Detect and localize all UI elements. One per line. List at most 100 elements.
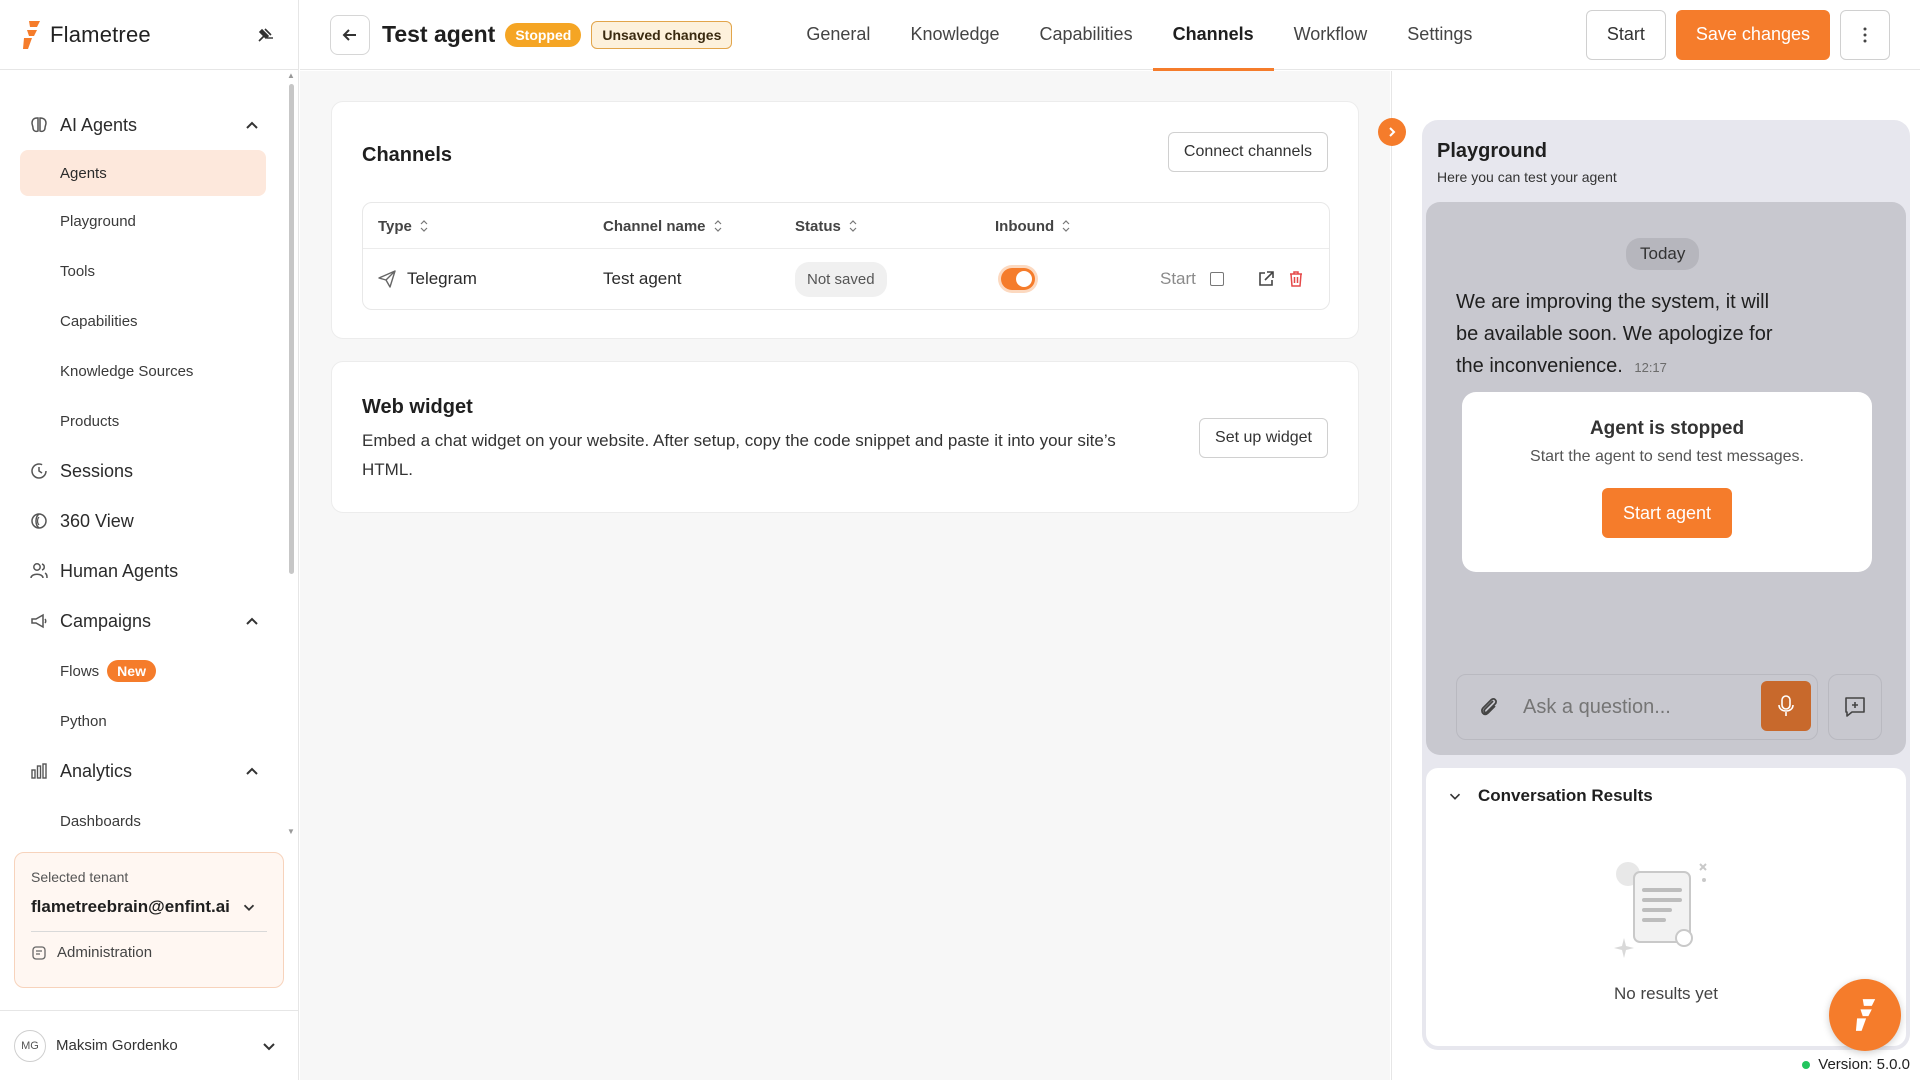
table-header: Type Channel name Status Inbound	[363, 203, 1329, 249]
chat-input-box	[1456, 674, 1818, 740]
chat-area: Today We are improving the system, it wi…	[1426, 202, 1906, 755]
flametree-logo-icon	[23, 20, 40, 49]
sidebar-item-knowledge-sources[interactable]: Knowledge Sources	[20, 346, 266, 396]
sidebar-item-playground[interactable]: Playground	[20, 196, 266, 246]
playground-card: Playground Here you can test your agent …	[1422, 120, 1910, 1050]
web-widget-card: Web widget Embed a chat widget on your w…	[331, 361, 1359, 513]
channel-start-checkbox[interactable]	[1209, 272, 1224, 286]
tab-capabilities[interactable]: Capabilities	[1020, 0, 1153, 70]
sort-icon	[714, 220, 721, 232]
back-button[interactable]	[330, 14, 370, 55]
new-conversation-button[interactable]	[1828, 674, 1882, 740]
save-changes-button[interactable]: Save changes	[1675, 9, 1830, 60]
brand-name: Flametree	[50, 21, 151, 47]
column-header-channel-name[interactable]: Channel name	[603, 203, 722, 249]
start-agent-button[interactable]: Start agent	[1602, 488, 1732, 538]
sidebar-item-python[interactable]: Python	[20, 696, 266, 746]
sort-icon	[1062, 220, 1070, 232]
user-menu[interactable]: MG Maksim Gordenko	[0, 1010, 299, 1080]
tenant-dropdown[interactable]: flametreebrain@enfint.ai	[31, 897, 267, 917]
sidebar-scrollbar[interactable]: ▲ ▼	[287, 72, 295, 836]
sidebar-item-capabilities[interactable]: Capabilities	[20, 296, 266, 346]
megaphone-icon	[28, 610, 50, 632]
open-external-button[interactable]	[1255, 268, 1277, 290]
set-up-widget-button[interactable]: Set up widget	[1199, 418, 1328, 458]
page-title: Test agent	[382, 21, 496, 47]
sidebar-section-label: Analytics	[60, 760, 133, 781]
tab-channels[interactable]: Channels	[1152, 0, 1274, 71]
microphone-button[interactable]	[1761, 681, 1811, 731]
channel-type-cell: Telegram	[377, 249, 477, 309]
brand-header: Flametree	[0, 0, 298, 70]
playground-subtitle: Here you can test your agent	[1437, 169, 1617, 185]
chevron-up-icon	[246, 121, 258, 129]
sidebar-item-products[interactable]: Products	[20, 396, 266, 446]
tab-knowledge[interactable]: Knowledge	[890, 0, 1019, 70]
channels-card: Channels Connect channels Type Channel n…	[331, 101, 1359, 339]
column-header-type[interactable]: Type	[378, 203, 428, 249]
more-vertical-icon	[1863, 27, 1867, 42]
version-label: Version: 5.0.0	[1818, 1056, 1910, 1073]
sidebar-item-dashboards[interactable]: Dashboards	[20, 796, 266, 846]
message-time: 12:17	[1634, 360, 1667, 375]
sidebar-section-human-agents[interactable]: Human Agents	[0, 546, 290, 596]
conversation-results-toggle[interactable]: Conversation Results	[1446, 786, 1653, 806]
delete-channel-button[interactable]	[1285, 268, 1307, 290]
more-options-button[interactable]	[1840, 9, 1890, 60]
chevron-down-icon	[1449, 793, 1461, 800]
sidebar-section-ai-agents[interactable]: AI Agents	[0, 100, 290, 150]
collapse-playground-button[interactable]	[1378, 118, 1406, 146]
sidebar-item-label: Playground	[60, 212, 136, 230]
sidebar-item-tools[interactable]: Tools	[20, 246, 266, 296]
column-label: Status	[795, 217, 841, 235]
flametree-assistant-button[interactable]	[1829, 979, 1901, 1051]
avatar: MG	[14, 1029, 46, 1062]
tenant-label: Selected tenant	[31, 869, 129, 885]
column-header-status[interactable]: Status	[795, 203, 857, 249]
user-name: Maksim Gordenko	[56, 1037, 178, 1054]
inbound-toggle[interactable]	[1001, 268, 1035, 290]
message-text: We are improving the system, it will be …	[1456, 291, 1773, 377]
date-chip: Today	[1626, 238, 1700, 270]
telegram-icon	[378, 270, 396, 288]
bar-chart-icon	[28, 760, 50, 782]
divider	[31, 931, 267, 932]
tab-workflow[interactable]: Workflow	[1274, 0, 1388, 70]
delete-button-cell	[1285, 249, 1307, 309]
channel-start-label: Start	[1160, 269, 1196, 288]
inbound-cell	[1001, 249, 1035, 309]
sort-icon	[420, 220, 428, 232]
administration-link[interactable]: Administration	[31, 944, 267, 961]
pin-sidebar-button[interactable]	[252, 22, 278, 48]
status-badge: Stopped	[505, 22, 582, 47]
scroll-up-arrow-icon[interactable]: ▲	[287, 72, 295, 80]
sidebar-item-label: Python	[60, 712, 107, 730]
sidebar-section-analytics[interactable]: Analytics	[0, 746, 290, 796]
external-link-icon	[1259, 271, 1274, 286]
scrollbar-thumb[interactable]	[289, 84, 294, 574]
sidebar-item-label: Agents	[60, 164, 107, 182]
column-header-inbound[interactable]: Inbound	[995, 203, 1070, 249]
scroll-down-arrow-icon[interactable]: ▼	[287, 828, 295, 836]
sidebar-section-sessions[interactable]: Sessions	[0, 446, 290, 496]
sidebar-item-label: Products	[60, 412, 120, 430]
tenant-selector: Selected tenant flametreebrain@enfint.ai…	[14, 852, 284, 988]
tab-general[interactable]: General	[786, 0, 890, 70]
history-icon	[28, 460, 50, 482]
paperclip-icon[interactable]	[1475, 693, 1503, 721]
chat-plus-icon	[1845, 697, 1865, 717]
web-widget-title: Web widget	[362, 396, 473, 418]
administration-label: Administration	[57, 944, 153, 961]
sidebar-item-flows[interactable]: Flows New	[20, 646, 266, 696]
chat-message: We are improving the system, it will be …	[1456, 286, 1796, 384]
main-content: Channels Connect channels Type Channel n…	[300, 71, 1390, 1080]
sidebar-nav: AI Agents Agents Playground Tools Capabi…	[0, 100, 290, 846]
new-badge: New	[107, 660, 156, 682]
ask-question-input[interactable]	[1523, 695, 1733, 719]
sidebar-section-360-view[interactable]: 360 View	[0, 496, 290, 546]
tab-settings[interactable]: Settings	[1387, 0, 1492, 70]
sidebar-section-campaigns[interactable]: Campaigns	[0, 596, 290, 646]
connect-channels-button[interactable]: Connect channels	[1167, 132, 1328, 172]
start-button[interactable]: Start	[1585, 9, 1666, 60]
sidebar-item-agents[interactable]: Agents	[20, 150, 266, 196]
